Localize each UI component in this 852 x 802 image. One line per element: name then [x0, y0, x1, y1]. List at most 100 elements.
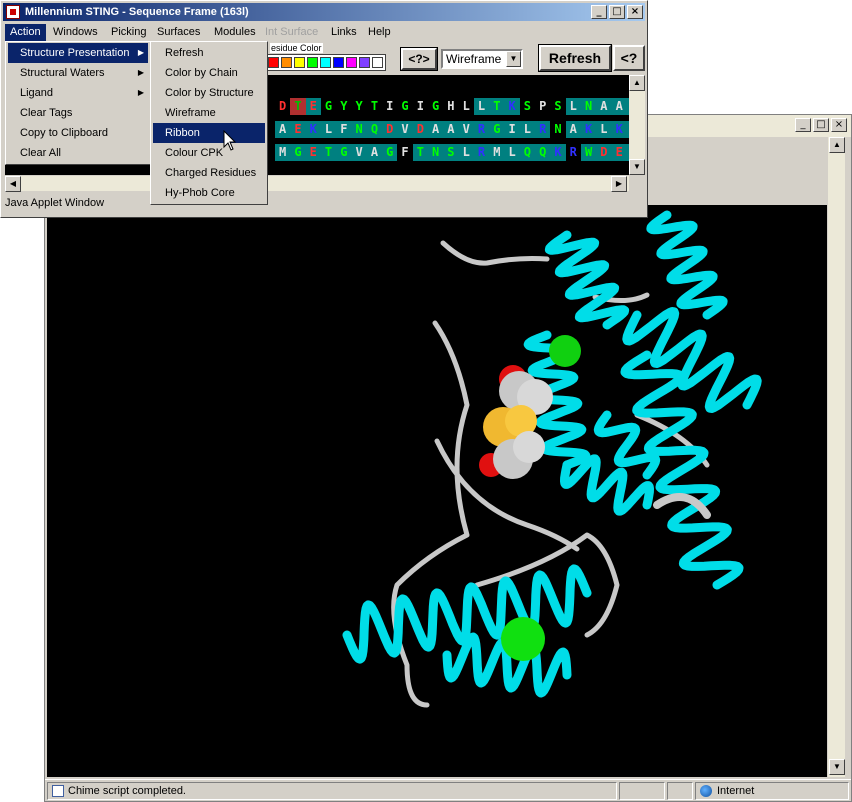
residue-cell[interactable]: L: [504, 144, 520, 161]
color-swatch[interactable]: [346, 57, 357, 68]
residue-cell[interactable]: K: [305, 121, 321, 138]
residue-cell[interactable]: Q: [366, 121, 383, 138]
help-button-secondary[interactable]: <?: [613, 45, 645, 71]
residue-cell[interactable]: G: [320, 98, 337, 115]
menu-item-clear-all[interactable]: Clear All: [8, 143, 148, 163]
color-swatch[interactable]: [320, 57, 331, 68]
residue-cell[interactable]: G: [290, 144, 306, 161]
residue-cell[interactable]: A: [275, 121, 291, 138]
color-swatch[interactable]: [333, 57, 344, 68]
color-swatch[interactable]: [281, 57, 292, 68]
color-swatch[interactable]: [307, 57, 318, 68]
minimize-button[interactable]: _: [795, 118, 811, 132]
residue-cell[interactable]: T: [489, 98, 505, 115]
residue-cell[interactable]: P: [535, 98, 551, 115]
residue-cell[interactable]: G: [489, 121, 505, 138]
maximize-button[interactable]: □: [813, 118, 829, 132]
residue-cell[interactable]: F: [336, 121, 352, 138]
residue-cell[interactable]: L: [458, 98, 474, 115]
residue-cell[interactable]: Y: [351, 98, 367, 115]
residue-cell[interactable]: T: [320, 144, 337, 161]
residue-cell[interactable]: I: [382, 98, 398, 115]
residue-cell[interactable]: K: [611, 121, 627, 138]
residue-cell[interactable]: L: [519, 121, 536, 138]
menu-modules[interactable]: Modules: [209, 24, 261, 41]
residue-cell[interactable]: A: [611, 98, 627, 115]
residue-cell[interactable]: G: [397, 98, 413, 115]
residue-cell[interactable]: T: [290, 98, 306, 115]
residue-cell[interactable]: R: [473, 121, 490, 138]
sequence-vertical-scrollbar[interactable]: ▲ ▼: [629, 75, 645, 175]
residue-cell[interactable]: L: [458, 144, 474, 161]
render-mode-select[interactable]: Wireframe ▼: [441, 49, 523, 69]
residue-cell[interactable]: I: [504, 121, 520, 138]
scroll-up-button[interactable]: ▲: [629, 75, 645, 91]
residue-cell[interactable]: E: [305, 98, 321, 115]
residue-cell[interactable]: E: [305, 144, 321, 161]
submenu-item-hy-phob-core[interactable]: Hy-Phob Core: [153, 183, 265, 203]
residue-cell[interactable]: S: [550, 98, 566, 115]
chevron-down-icon[interactable]: ▼: [506, 51, 521, 67]
menu-item-clear-tags[interactable]: Clear Tags: [8, 103, 148, 123]
residue-cell[interactable]: S: [443, 144, 459, 161]
residue-cell[interactable]: D: [382, 121, 398, 138]
residue-cell[interactable]: T: [366, 98, 383, 115]
residue-cell[interactable]: V: [458, 121, 474, 138]
residue-cell[interactable]: R: [473, 144, 490, 161]
residue-cell[interactable]: A: [565, 121, 581, 138]
residue-cell[interactable]: D: [596, 144, 612, 161]
scroll-up-button[interactable]: ▲: [829, 137, 845, 153]
residue-cell[interactable]: K: [580, 121, 597, 138]
scroll-down-button[interactable]: ▼: [629, 159, 645, 175]
residue-cell[interactable]: L: [473, 98, 490, 115]
residue-cell[interactable]: N: [580, 98, 597, 115]
residue-cell[interactable]: V: [397, 121, 413, 138]
residue-cell[interactable]: N: [351, 121, 367, 138]
submenu-item-wireframe[interactable]: Wireframe: [153, 103, 265, 123]
menu-item-structure-presentation[interactable]: Structure Presentation ▶: [8, 43, 148, 63]
menu-action[interactable]: Action: [5, 24, 46, 41]
color-swatch[interactable]: [294, 57, 305, 68]
residue-cell[interactable]: G: [427, 98, 444, 115]
minimize-button[interactable]: _: [591, 5, 607, 19]
residue-cell[interactable]: A: [443, 121, 459, 138]
residue-cell[interactable]: E: [611, 144, 627, 161]
residue-cell[interactable]: I: [412, 98, 428, 115]
residue-cell[interactable]: W: [580, 144, 597, 161]
residue-cell[interactable]: Q: [519, 144, 536, 161]
menu-item-ligand[interactable]: Ligand ▶: [8, 83, 148, 103]
viewer-vertical-scrollbar[interactable]: ▲ ▼: [827, 137, 845, 777]
menu-links[interactable]: Links: [326, 24, 362, 41]
menu-help[interactable]: Help: [363, 24, 396, 41]
menu-item-structural-waters[interactable]: Structural Waters ▶: [8, 63, 148, 83]
residue-cell[interactable]: A: [596, 98, 612, 115]
residue-cell[interactable]: M: [275, 144, 291, 161]
menu-windows[interactable]: Windows: [48, 24, 103, 41]
residue-cell[interactable]: S: [519, 98, 536, 115]
color-swatch[interactable]: [268, 57, 279, 68]
refresh-button[interactable]: Refresh: [538, 44, 612, 72]
submenu-item-refresh[interactable]: Refresh: [153, 43, 265, 63]
residue-cell[interactable]: A: [427, 121, 444, 138]
residue-cell[interactable]: Q: [535, 144, 551, 161]
submenu-item-color-by-chain[interactable]: Color by Chain: [153, 63, 265, 83]
menu-picking[interactable]: Picking: [106, 24, 151, 41]
residue-cell[interactable]: Y: [336, 98, 352, 115]
scroll-left-button[interactable]: ◀: [5, 176, 21, 192]
residue-cell[interactable]: R: [535, 121, 551, 138]
residue-cell[interactable]: E: [290, 121, 306, 138]
submenu-item-color-by-structure[interactable]: Color by Structure: [153, 83, 265, 103]
close-button[interactable]: ×: [627, 5, 643, 19]
residue-cell[interactable]: L: [565, 98, 581, 115]
residue-cell[interactable]: N: [550, 121, 566, 138]
residue-cell[interactable]: A: [366, 144, 383, 161]
scroll-right-button[interactable]: ▶: [611, 176, 627, 192]
residue-cell[interactable]: L: [320, 121, 337, 138]
menu-item-copy-to-clipboard[interactable]: Copy to Clipboard: [8, 123, 148, 143]
residue-cell[interactable]: F: [397, 144, 413, 161]
residue-cell[interactable]: T: [412, 144, 428, 161]
scroll-down-button[interactable]: ▼: [829, 759, 845, 775]
help-button[interactable]: <?>: [400, 47, 438, 71]
submenu-item-ribbon[interactable]: Ribbon: [153, 123, 265, 143]
residue-cell[interactable]: M: [489, 144, 505, 161]
